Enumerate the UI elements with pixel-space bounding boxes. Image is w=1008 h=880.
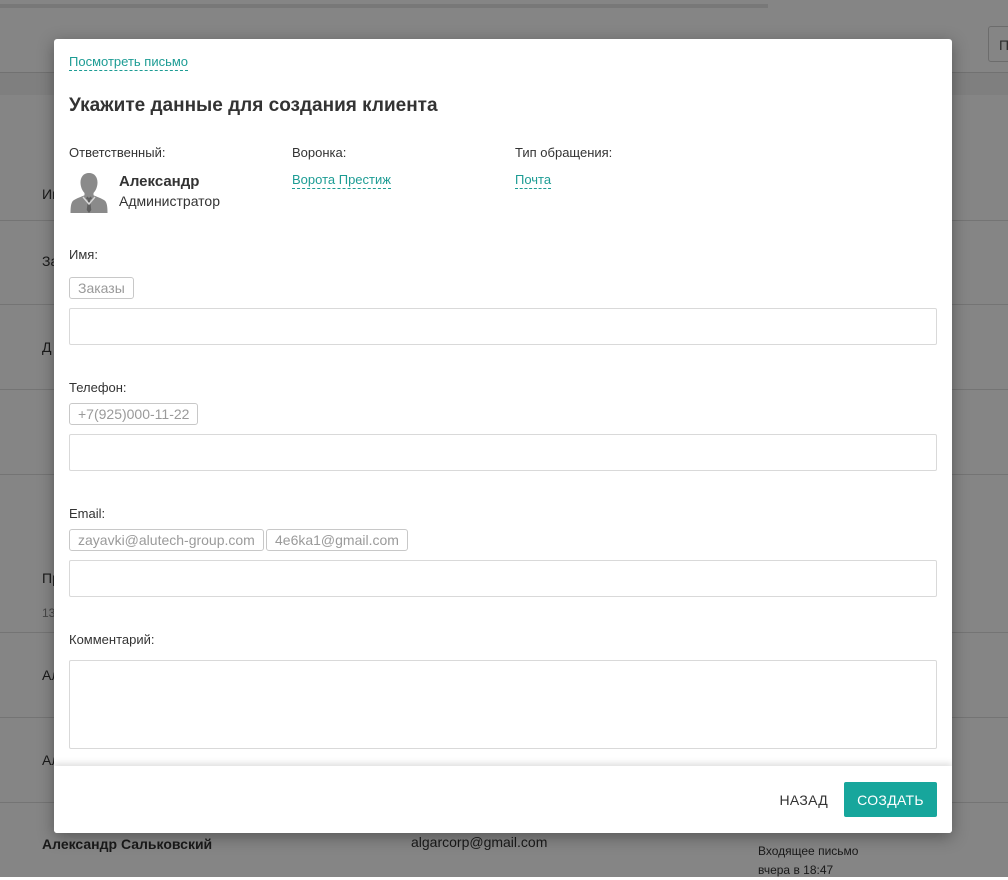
comment-textarea[interactable] (69, 660, 937, 749)
responsible-name: Александр (119, 173, 200, 190)
phone-input[interactable] (69, 434, 937, 471)
view-letter-link[interactable]: Посмотреть письмо (69, 54, 189, 71)
email-field-label: Email: (69, 506, 106, 521)
user-silhouette-icon (70, 173, 108, 213)
email-suggestion-chip[interactable]: zayavki@alutech-group.com (69, 529, 264, 551)
email-suggestion-chip[interactable]: 4e6ka1@gmail.com (266, 529, 408, 551)
back-button[interactable]: НАЗАД (779, 792, 828, 808)
responsible-role: Администратор (119, 193, 221, 209)
funnel-label: Воронка: (292, 145, 347, 160)
phone-field-label: Телефон: (69, 380, 127, 395)
name-field-label: Имя: (69, 247, 98, 262)
name-input[interactable] (69, 308, 937, 345)
request-type-label: Тип обращения: (515, 145, 613, 160)
request-type-select-link[interactable]: Почта (515, 172, 552, 189)
name-suggestion-chip[interactable]: Заказы (69, 277, 134, 299)
responsible-label: Ответственный: (69, 145, 166, 160)
email-input[interactable] (69, 560, 937, 597)
modal-footer: НАЗАД СОЗДАТЬ (54, 766, 952, 833)
create-button[interactable]: СОЗДАТЬ (844, 782, 937, 817)
funnel-select-link[interactable]: Ворота Престиж (292, 172, 391, 189)
comment-field-label: Комментарий: (69, 632, 155, 647)
create-client-modal: Посмотреть письмо Укажите данные для соз… (54, 39, 952, 833)
modal-title: Укажите данные для создания клиента (69, 95, 438, 116)
phone-suggestion-chip[interactable]: +7(925)000-11-22 (69, 403, 199, 425)
